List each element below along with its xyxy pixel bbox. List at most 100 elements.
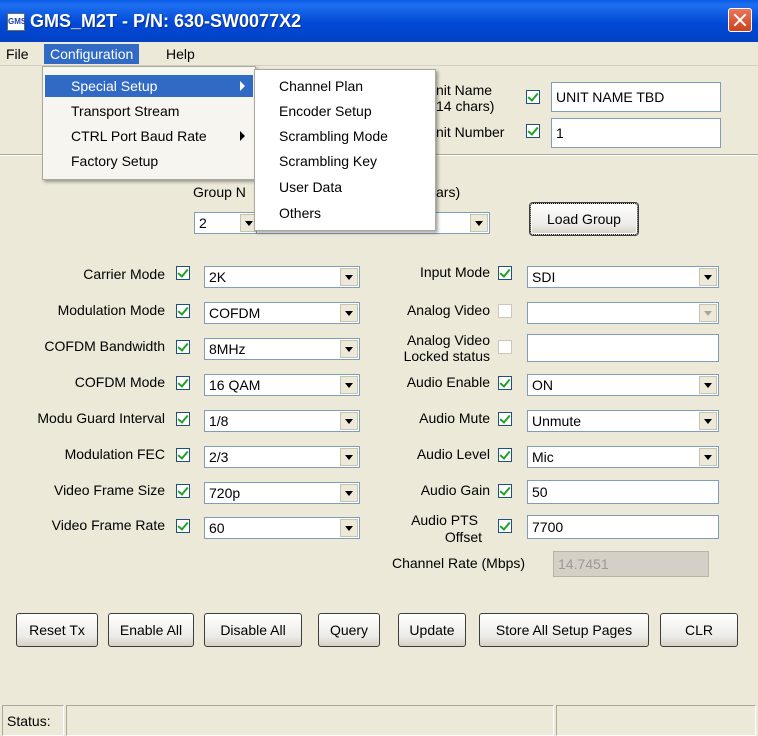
video-frame-rate-select[interactable]: 60 (204, 517, 360, 539)
audio-pts-field[interactable]: 7700 (527, 515, 719, 539)
modulation-fec-checkbox[interactable] (176, 448, 190, 462)
modulation-fec-label: Modulation FEC (64, 446, 165, 462)
menu-item-ctrl-port-baud-rate[interactable]: CTRL Port Baud Rate (45, 125, 253, 147)
audio-mute-select[interactable]: Unmute (527, 410, 719, 432)
audio-level-label: Audio Level (416, 446, 490, 462)
unit-number-checkbox[interactable] (526, 124, 540, 138)
unit-number-field[interactable]: 1 (551, 118, 721, 148)
configuration-menu: Special Setup Transport Stream CTRL Port… (42, 66, 256, 180)
modulation-mode-label: Modulation Mode (57, 302, 165, 318)
audio-level-checkbox[interactable] (498, 448, 512, 462)
main-window: GMS GMS_M2T - P/N: 630-SW0077X2 File Con… (0, 0, 758, 736)
cofdm-bandwidth-checkbox[interactable] (176, 340, 190, 354)
input-mode-select[interactable]: SDI (527, 266, 719, 288)
menu-item-scrambling-mode[interactable]: Scrambling Mode (279, 125, 388, 147)
video-frame-size-select[interactable]: 720p (204, 482, 360, 504)
disable-all-button[interactable]: Disable All (204, 613, 302, 647)
load-group-button[interactable]: Load Group (530, 203, 638, 235)
chevron-down-icon[interactable] (699, 412, 717, 430)
chevron-down-icon[interactable] (340, 519, 358, 537)
chevron-down-icon[interactable] (340, 448, 358, 466)
menu-item-factory-setup[interactable]: Factory Setup (45, 150, 253, 172)
analog-locked-checkbox[interactable] (498, 340, 512, 354)
menu-item-transport-stream[interactable]: Transport Stream (45, 100, 253, 122)
unit-number-label: nit Number (436, 124, 505, 140)
cofdm-mode-select[interactable]: 16 QAM (204, 374, 360, 396)
carrier-mode-select[interactable]: 2K (204, 266, 360, 288)
modulation-mode-checkbox[interactable] (176, 304, 190, 318)
carrier-mode-label: Carrier Mode (83, 266, 165, 282)
video-frame-rate-label: Video Frame Rate (51, 517, 165, 533)
channel-rate-field: 14.7451 (553, 551, 709, 577)
analog-video-checkbox[interactable] (498, 304, 512, 318)
chevron-down-icon[interactable] (699, 304, 717, 322)
chevron-down-icon[interactable] (340, 412, 358, 430)
chevron-down-icon[interactable] (340, 484, 358, 502)
video-frame-size-label: Video Frame Size (53, 482, 165, 498)
modu-guard-interval-label: Modu Guard Interval (37, 410, 165, 426)
unit-name-checkbox[interactable] (526, 90, 540, 104)
menu-item-user-data[interactable]: User Data (279, 176, 342, 198)
input-mode-label: Input Mode (419, 264, 490, 280)
modu-guard-interval-checkbox[interactable] (176, 412, 190, 426)
analog-locked-field (527, 334, 719, 362)
carrier-mode-checkbox[interactable] (176, 266, 190, 280)
chevron-down-icon[interactable] (340, 304, 358, 322)
close-icon[interactable] (728, 8, 752, 32)
channel-rate-label: Channel Rate (Mbps) (392, 555, 526, 571)
reset-tx-button[interactable]: Reset Tx (16, 613, 98, 647)
audio-gain-field[interactable]: 50 (527, 480, 719, 504)
cofdm-bandwidth-select[interactable]: 8MHz (204, 338, 360, 360)
audio-enable-label: Audio Enable (406, 374, 490, 390)
audio-mute-checkbox[interactable] (498, 412, 512, 426)
modulation-mode-select[interactable]: COFDM (204, 302, 360, 324)
group-number-select[interactable]: 2 (194, 212, 260, 234)
cofdm-mode-label: COFDM Mode (74, 374, 165, 390)
video-frame-rate-checkbox[interactable] (176, 519, 190, 533)
app-icon[interactable]: GMS (7, 13, 26, 31)
unit-name-label-line2: 14 chars) (436, 98, 495, 114)
audio-pts-checkbox[interactable] (498, 519, 512, 533)
audio-pts-label-line2: Offset (444, 529, 482, 545)
chevron-down-icon[interactable] (340, 376, 358, 394)
submenu-arrow-icon (240, 81, 245, 91)
audio-enable-select[interactable]: ON (527, 374, 719, 396)
special-setup-submenu: Channel Plan Encoder Setup Scrambling Mo… (254, 69, 436, 231)
chevron-down-icon[interactable] (699, 268, 717, 286)
audio-level-select[interactable]: Mic (527, 446, 719, 468)
unit-name-field[interactable]: UNIT NAME TBD (551, 82, 721, 112)
chevron-down-icon[interactable] (470, 214, 488, 232)
cofdm-mode-checkbox[interactable] (176, 376, 190, 390)
menu-configuration[interactable]: Configuration (44, 44, 140, 64)
menu-item-encoder-setup[interactable]: Encoder Setup (279, 100, 372, 122)
menu-file[interactable]: File (0, 44, 35, 64)
chevron-down-icon[interactable] (699, 448, 717, 466)
menu-help[interactable]: Help (160, 44, 201, 64)
analog-locked-label-line2: Locked status (403, 348, 490, 364)
enable-all-button[interactable]: Enable All (108, 613, 194, 647)
modu-guard-interval-select[interactable]: 1/8 (204, 410, 360, 432)
status-bar: Status: (0, 705, 758, 736)
input-mode-checkbox[interactable] (498, 266, 512, 280)
menu-item-others[interactable]: Others (279, 202, 321, 224)
chevron-down-icon[interactable] (699, 376, 717, 394)
group-label: Group N (193, 184, 246, 200)
menu-item-channel-plan[interactable]: Channel Plan (279, 75, 363, 97)
title-bar[interactable]: GMS GMS_M2T - P/N: 630-SW0077X2 (0, 0, 758, 42)
audio-enable-checkbox[interactable] (498, 376, 512, 390)
store-all-setup-pages-button[interactable]: Store All Setup Pages (479, 613, 649, 647)
modulation-fec-select[interactable]: 2/3 (204, 446, 360, 468)
video-frame-size-checkbox[interactable] (176, 484, 190, 498)
clr-button[interactable]: CLR (660, 613, 738, 647)
query-button[interactable]: Query (318, 613, 380, 647)
analog-video-select[interactable] (527, 302, 719, 324)
submenu-arrow-icon (240, 131, 245, 141)
menu-item-scrambling-key[interactable]: Scrambling Key (279, 150, 377, 172)
cofdm-bandwidth-label: COFDM Bandwidth (44, 338, 165, 354)
chevron-down-icon[interactable] (340, 340, 358, 358)
chevron-down-icon[interactable] (340, 268, 358, 286)
menu-item-special-setup[interactable]: Special Setup (45, 75, 253, 97)
audio-mute-label: Audio Mute (419, 410, 490, 426)
update-button[interactable]: Update (398, 613, 466, 647)
audio-gain-checkbox[interactable] (498, 484, 512, 498)
